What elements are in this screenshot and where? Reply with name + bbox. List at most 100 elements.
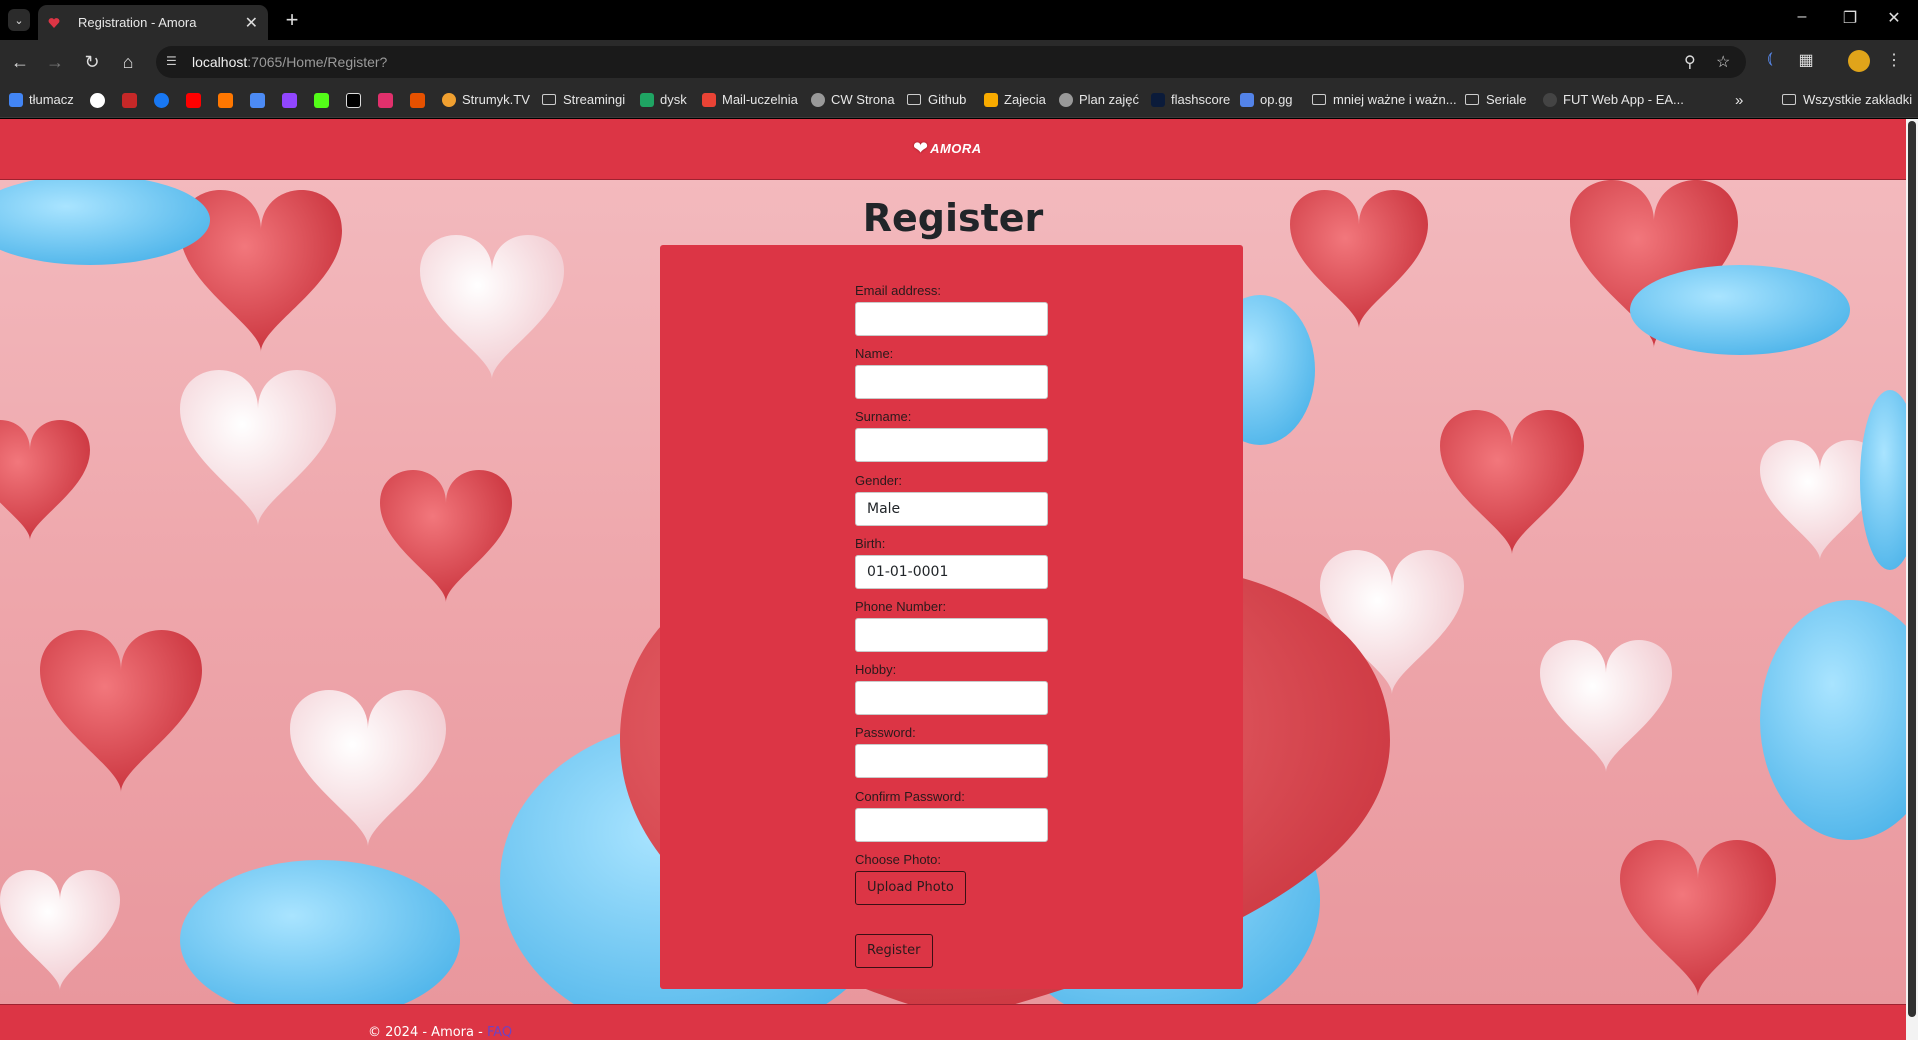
bookmark-mail-uczelnia[interactable]: Mail-uczelnia: [702, 92, 798, 107]
page-title: Register: [862, 196, 1044, 240]
browser-tab-active[interactable]: Registration - Amora ✕: [38, 5, 268, 40]
bookmark-fut-web-app[interactable]: FUT Web App - EA...: [1543, 92, 1684, 107]
extensions-puzzle-icon[interactable]: ▦: [1794, 50, 1818, 70]
password-label: Password:: [855, 725, 916, 740]
register-button[interactable]: Register: [855, 934, 933, 968]
forward-icon[interactable]: →: [43, 50, 67, 74]
zoom-icon[interactable]: ⚲: [1684, 52, 1696, 72]
window-close-icon[interactable]: ✕: [1882, 8, 1906, 28]
bookmark-star-icon[interactable]: ☆: [1716, 52, 1730, 72]
phone-label: Phone Number:: [855, 599, 947, 614]
bookmarks-overflow-icon[interactable]: »: [1735, 92, 1743, 109]
bookmark-dysk[interactable]: dysk: [640, 92, 687, 107]
url-text[interactable]: localhost:7065/Home/Register?: [192, 54, 387, 70]
folder-icon: [907, 94, 921, 105]
register-form: Email address: Name: Surname: Gender: Ma…: [660, 245, 1243, 989]
folder-icon: [542, 94, 556, 105]
name-field[interactable]: [855, 365, 1048, 399]
email-field[interactable]: [855, 302, 1048, 336]
extension-audio-icon[interactable]: ⦅: [1758, 50, 1782, 68]
password-field[interactable]: [855, 744, 1048, 778]
footer-copyright: © 2024 - Amora -: [368, 1025, 487, 1040]
bookmark-strumyk[interactable]: Strumyk.TV: [442, 92, 530, 107]
site-logo[interactable]: ❤ AMORA: [913, 138, 982, 159]
hobby-group: Hobby:: [855, 662, 1048, 715]
bookmark-mniej-wazne[interactable]: mniej ważne i ważn...: [1312, 92, 1457, 107]
google-icon[interactable]: [90, 93, 105, 108]
photo-label: Choose Photo:: [855, 852, 942, 867]
site-info-icon[interactable]: ☰: [166, 54, 182, 70]
minimize-icon[interactable]: –: [1790, 8, 1814, 26]
bookmark-plan-zajec[interactable]: Plan zajęć: [1059, 92, 1139, 107]
logo-heart-icon: ❤: [913, 138, 929, 158]
hobby-label: Hobby:: [855, 662, 897, 677]
tab-search-icon[interactable]: ⌄: [8, 9, 30, 31]
profile-avatar[interactable]: [1848, 50, 1870, 72]
reload-icon[interactable]: ↻: [80, 50, 104, 74]
phone-field[interactable]: [855, 618, 1048, 652]
bookmark-github[interactable]: Github: [907, 92, 966, 107]
home-icon[interactable]: ⌂: [116, 50, 140, 74]
bookmark-flashscore[interactable]: flashscore: [1151, 92, 1230, 107]
scrollbar-thumb[interactable]: [1908, 121, 1916, 1017]
ea-icon: [1543, 92, 1557, 107]
bookmarks-bar: tłumacz Strumyk.TV Streamingi dysk Mail-…: [0, 84, 1918, 118]
x-icon[interactable]: [346, 93, 361, 108]
restore-icon[interactable]: ❐: [1838, 8, 1862, 28]
site-footer: © 2024 - Amora - FAQ: [0, 1004, 1906, 1040]
bookmark-seriale[interactable]: Seriale: [1465, 92, 1526, 107]
gender-group: Gender: Male: [855, 473, 1048, 526]
footer-text: © 2024 - Amora - FAQ: [368, 1025, 512, 1040]
twitch-icon[interactable]: [282, 93, 297, 108]
site-header: ❤ AMORA: [0, 119, 1906, 180]
surname-field[interactable]: [855, 428, 1048, 462]
upload-photo-button[interactable]: Upload Photo: [855, 871, 966, 905]
bookmark-icon[interactable]: [122, 93, 137, 108]
folder-icon: [1782, 94, 1796, 105]
bookmark-opgg[interactable]: op.gg: [1240, 92, 1293, 107]
bookmark-tlumacz[interactable]: tłumacz: [9, 92, 74, 107]
gmail-icon: [702, 92, 716, 107]
new-tab-icon[interactable]: +: [280, 7, 304, 32]
youtube-icon[interactable]: [186, 93, 201, 108]
globe-icon: [1059, 92, 1073, 107]
email-label: Email address:: [855, 283, 941, 298]
bookmark-streamingi[interactable]: Streamingi: [542, 92, 625, 107]
confirm-password-field[interactable]: [855, 808, 1048, 842]
bookmark-cw-strona[interactable]: CW Strona: [811, 92, 895, 107]
birth-date-field[interactable]: 01-01-0001: [855, 555, 1048, 589]
bookmark-zajecia[interactable]: Zajecia: [984, 92, 1046, 107]
globe-icon: [811, 92, 825, 107]
flashscore-icon: [1151, 92, 1165, 107]
tab-close-icon[interactable]: ✕: [245, 13, 258, 33]
faq-link[interactable]: FAQ: [487, 1025, 512, 1040]
soundcloud-icon[interactable]: [218, 93, 233, 108]
drive-icon: [640, 92, 654, 107]
photo-group: Choose Photo: Upload Photo: [855, 852, 1048, 905]
menu-kebab-icon[interactable]: ⋮: [1882, 50, 1906, 70]
email-group: Email address:: [855, 283, 1048, 336]
instagram-icon[interactable]: [378, 93, 393, 108]
bookmark-icon[interactable]: [410, 93, 425, 108]
phone-group: Phone Number:: [855, 599, 1048, 652]
address-bar[interactable]: ☰ localhost:7065/Home/Register? ⚲ ☆: [156, 46, 1746, 78]
kick-icon[interactable]: [314, 93, 329, 108]
all-bookmarks[interactable]: Wszystkie zakładki: [1782, 92, 1912, 107]
classroom-icon: [984, 92, 998, 107]
name-label: Name:: [855, 346, 894, 361]
back-icon[interactable]: ←: [8, 50, 32, 74]
surname-group: Surname:: [855, 409, 1048, 462]
surname-label: Surname:: [855, 409, 912, 424]
hobby-field[interactable]: [855, 681, 1048, 715]
translate-icon[interactable]: [250, 93, 265, 108]
name-group: Name:: [855, 346, 1048, 399]
hero-background: Register Email address: Name: Surname: G…: [0, 180, 1906, 1004]
page-viewport: ❤ AMORA Register Email address: Name: Su…: [0, 119, 1906, 1040]
browser-toolbar: ← → ↻ ⌂ ☰ localhost:7065/Home/Register? …: [0, 40, 1918, 84]
facebook-icon[interactable]: [154, 93, 169, 108]
browser-tabbar: ⌄ Registration - Amora ✕ + – ❐ ✕: [0, 0, 1918, 40]
folder-icon: [1465, 94, 1479, 105]
gender-select[interactable]: Male: [855, 492, 1048, 526]
folder-icon: [1312, 94, 1326, 105]
gender-label: Gender:: [855, 473, 902, 488]
